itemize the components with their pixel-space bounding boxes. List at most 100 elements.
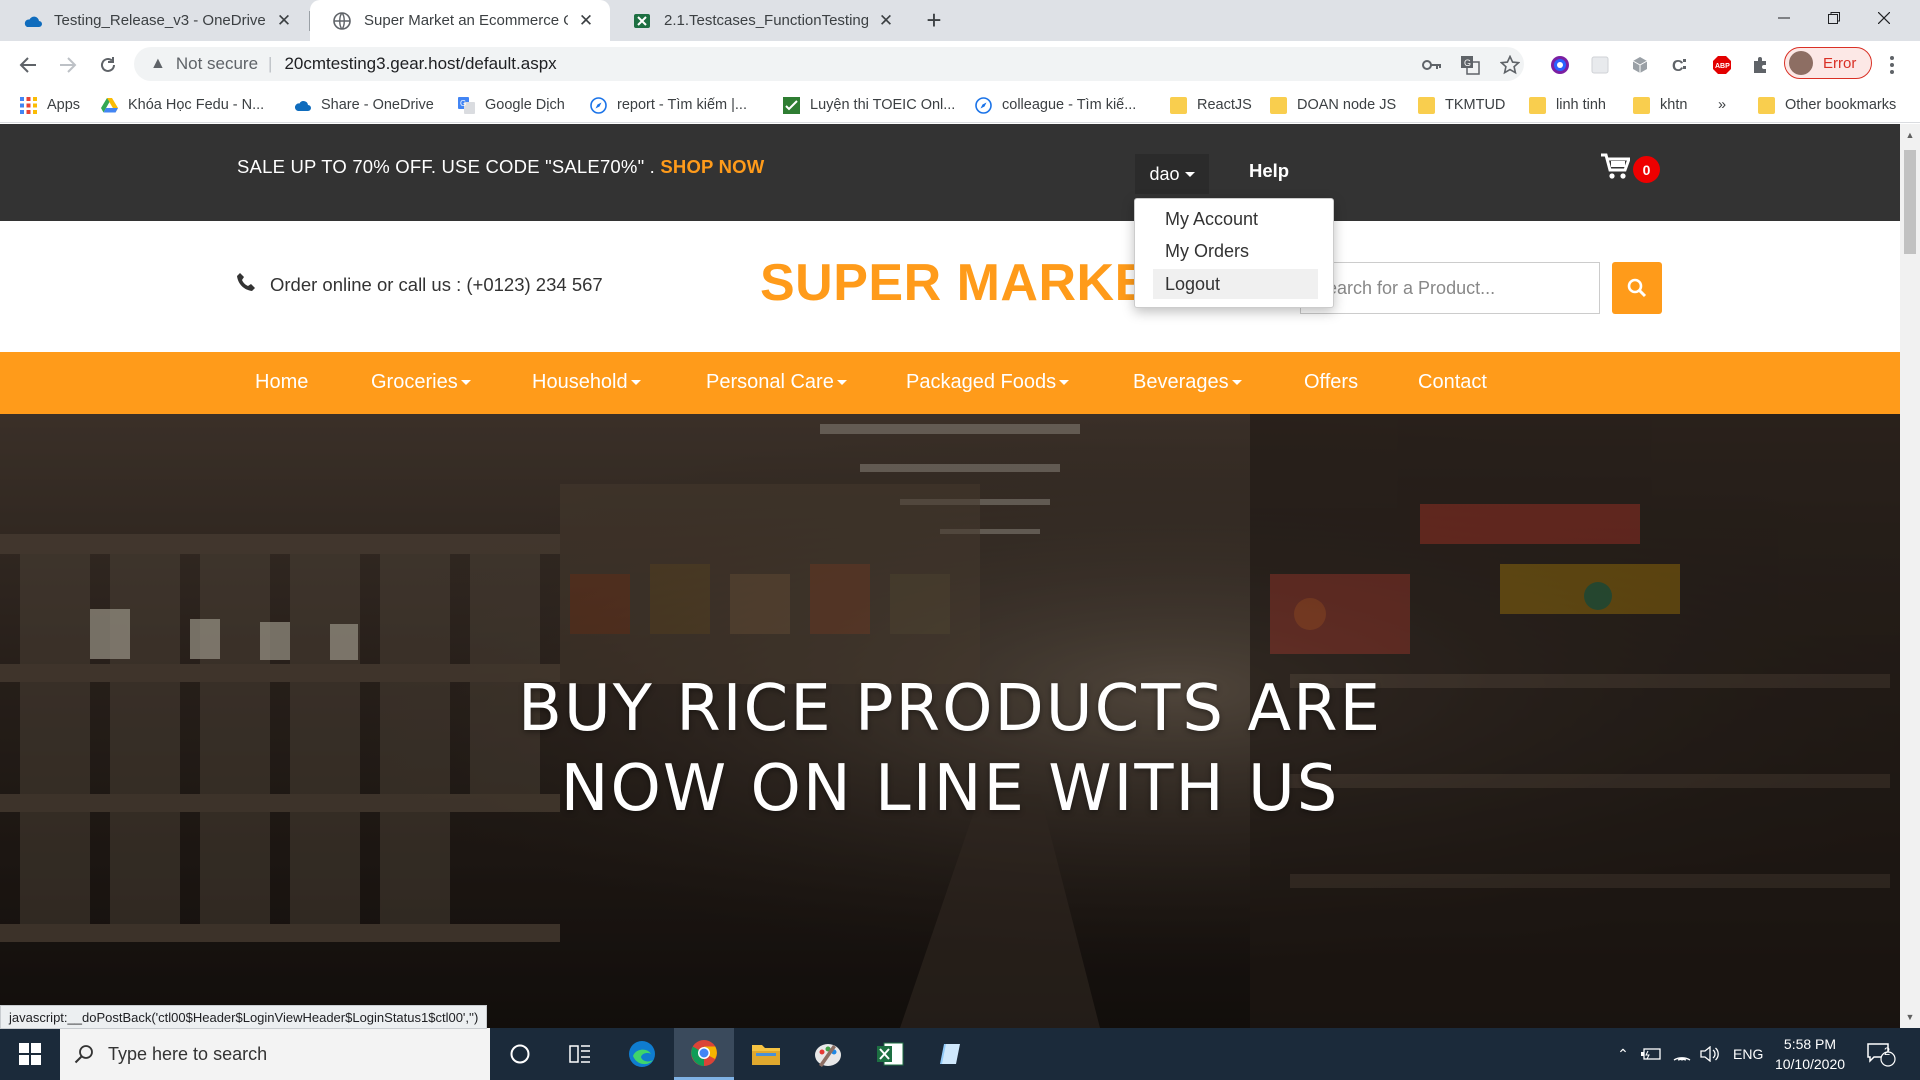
- nav-groceries[interactable]: Groceries: [371, 371, 471, 394]
- nav-household[interactable]: Household: [532, 371, 641, 394]
- site-logo[interactable]: SUPER MARKET: [760, 253, 1182, 313]
- menu-item-my-orders[interactable]: My Orders: [1153, 236, 1318, 266]
- notification-count: 2: [1884, 1046, 1891, 1058]
- taskbar-excel[interactable]: [860, 1028, 920, 1080]
- battery-tray[interactable]: [1640, 1028, 1662, 1080]
- bookmark-folder-tkmtud[interactable]: TKMTUD: [1418, 94, 1505, 116]
- help-link[interactable]: Help: [1249, 160, 1289, 182]
- wifi-tray[interactable]: [1672, 1028, 1692, 1080]
- cart-count-badge[interactable]: 0: [1633, 156, 1660, 183]
- adblock-plus-icon[interactable]: ABP: [1710, 53, 1734, 77]
- browser-menu-button[interactable]: [1884, 53, 1900, 77]
- address-bar[interactable]: ▲ Not secure | 20cmtesting3.gear.host/de…: [134, 47, 1524, 81]
- cube-extension-icon[interactable]: [1628, 53, 1652, 77]
- scroll-thumb[interactable]: [1904, 150, 1916, 254]
- search-button[interactable]: [1612, 262, 1662, 314]
- key-icon[interactable]: [1420, 53, 1444, 77]
- code-extension-icon[interactable]: C: [1668, 53, 1692, 77]
- excel-icon: [632, 11, 652, 31]
- profile-error-label: Error: [1823, 54, 1857, 72]
- volume-tray[interactable]: [1700, 1028, 1720, 1080]
- translate-icon[interactable]: G: [1458, 53, 1482, 77]
- bookmark-label: TKMTUD: [1445, 97, 1506, 113]
- close-icon[interactable]: ✕: [576, 11, 596, 31]
- user-menu-toggle[interactable]: dao: [1135, 154, 1209, 194]
- back-button[interactable]: [12, 49, 44, 81]
- minimize-icon: [1778, 17, 1790, 19]
- reload-button[interactable]: [92, 49, 124, 81]
- bookmark-folder-doan-node-js[interactable]: DOAN node JS: [1270, 94, 1396, 116]
- nav-contact[interactable]: Contact: [1418, 371, 1487, 394]
- page-scrollbar[interactable]: ▲ ▼: [1900, 124, 1920, 1028]
- cortana-button[interactable]: [490, 1028, 550, 1080]
- close-icon[interactable]: ✕: [274, 11, 294, 31]
- bookmark-google-translate[interactable]: G Google Dịch: [458, 94, 565, 116]
- folder-icon: [1270, 96, 1287, 114]
- restore-button[interactable]: [1810, 0, 1858, 36]
- nav-beverages[interactable]: Beverages: [1133, 371, 1242, 394]
- start-button[interactable]: [0, 1028, 60, 1080]
- extension-blank-icon[interactable]: [1588, 53, 1612, 77]
- hero-banner: BUY RICE PRODUCTS ARE NOW ON LINE WITH U…: [0, 414, 1900, 1028]
- notepad-pen-icon: [940, 1044, 960, 1064]
- taskbar-file-explorer[interactable]: [736, 1028, 796, 1080]
- bookmark-other-bookmarks[interactable]: Other bookmarks: [1758, 94, 1896, 116]
- color-picker-extension-icon[interactable]: [1548, 53, 1572, 77]
- scroll-up-icon[interactable]: ▲: [1900, 128, 1920, 142]
- tab-testcases-xlsx[interactable]: 2.1.Testcases_FunctionTesting.xlsx ✕: [610, 0, 910, 41]
- bookmark-toeic[interactable]: Luyện thi TOEIC Onl...: [783, 94, 955, 116]
- bookmark-onedrive[interactable]: Share - OneDrive: [294, 94, 434, 116]
- taskbar-edge[interactable]: [612, 1028, 672, 1080]
- nav-home[interactable]: Home: [255, 371, 308, 394]
- onedrive-icon: [22, 11, 42, 31]
- scroll-down-icon[interactable]: ▼: [1900, 1010, 1920, 1024]
- close-window-button[interactable]: [1860, 0, 1908, 36]
- bookmark-colleague[interactable]: colleague - Tìm kiế...: [975, 94, 1136, 116]
- bookmark-folder-reactjs[interactable]: ReactJS: [1170, 94, 1252, 116]
- action-center-button[interactable]: 2: [1866, 1028, 1896, 1080]
- close-icon[interactable]: ✕: [876, 11, 896, 31]
- caret-down-icon: [1231, 380, 1242, 386]
- cart-icon[interactable]: [1600, 153, 1632, 183]
- bookmark-fedu[interactable]: Khóa Học Fedu - N...: [101, 94, 264, 116]
- shop-now-link[interactable]: SHOP NOW: [660, 156, 764, 177]
- svg-text:G: G: [460, 99, 466, 108]
- chevron-up-icon[interactable]: ⌃: [1610, 1046, 1636, 1063]
- profile-button[interactable]: Error: [1784, 47, 1872, 79]
- nav-label: Beverages: [1133, 371, 1229, 393]
- menu-item-my-account[interactable]: My Account: [1153, 204, 1318, 234]
- language-indicator[interactable]: ENG: [1733, 1028, 1763, 1080]
- dot: [1890, 70, 1894, 74]
- bookmark-apps[interactable]: Apps: [20, 94, 80, 116]
- puzzle-extensions-icon[interactable]: [1748, 53, 1772, 77]
- bookmark-report[interactable]: report - Tìm kiếm |...: [590, 94, 747, 116]
- menu-item-logout[interactable]: Logout: [1153, 269, 1318, 299]
- taskbar-paint[interactable]: [798, 1028, 858, 1080]
- bookmarks-overflow-button[interactable]: »: [1718, 94, 1726, 116]
- sale-banner: SALE UP TO 70% OFF. USE CODE "SALE70%" .…: [237, 156, 764, 178]
- tab-super-market[interactable]: Super Market an Ecommerce Onl ✕: [310, 0, 610, 41]
- forward-button[interactable]: [52, 49, 84, 81]
- nav-offers[interactable]: Offers: [1304, 371, 1358, 394]
- clock-date: 10/10/2020: [1774, 1056, 1846, 1072]
- user-dropdown-menu: My Account My Orders Logout: [1134, 198, 1334, 308]
- warning-triangle-icon[interactable]: ▲: [150, 55, 166, 73]
- tab-onedrive[interactable]: Testing_Release_v3 - OneDrive ✕: [0, 0, 308, 41]
- main-nav: Home Groceries Household Personal Care P…: [0, 352, 1900, 414]
- product-search-input[interactable]: [1300, 262, 1600, 314]
- bookmark-folder-khtn[interactable]: khtn: [1633, 94, 1687, 116]
- bookmark-label: Share - OneDrive: [321, 97, 434, 113]
- nav-packaged-foods[interactable]: Packaged Foods: [906, 371, 1070, 394]
- taskbar-chrome[interactable]: [674, 1028, 734, 1080]
- nav-personal-care[interactable]: Personal Care: [706, 371, 847, 394]
- taskbar-search-box[interactable]: Type here to search: [60, 1028, 490, 1080]
- taskbar-app[interactable]: [922, 1028, 982, 1080]
- star-icon[interactable]: [1498, 53, 1522, 77]
- bookmarks-bar: Apps Khóa Học Fedu - N... Share - OneDri…: [0, 88, 1920, 123]
- onedrive-icon: [294, 100, 311, 111]
- task-view-button[interactable]: [550, 1028, 610, 1080]
- taskbar-clock[interactable]: 5:58 PM 10/10/2020: [1768, 1034, 1852, 1074]
- minimize-button[interactable]: [1760, 0, 1808, 36]
- bookmark-folder-linh-tinh[interactable]: linh tinh: [1529, 94, 1606, 116]
- new-tab-button[interactable]: +: [920, 5, 948, 35]
